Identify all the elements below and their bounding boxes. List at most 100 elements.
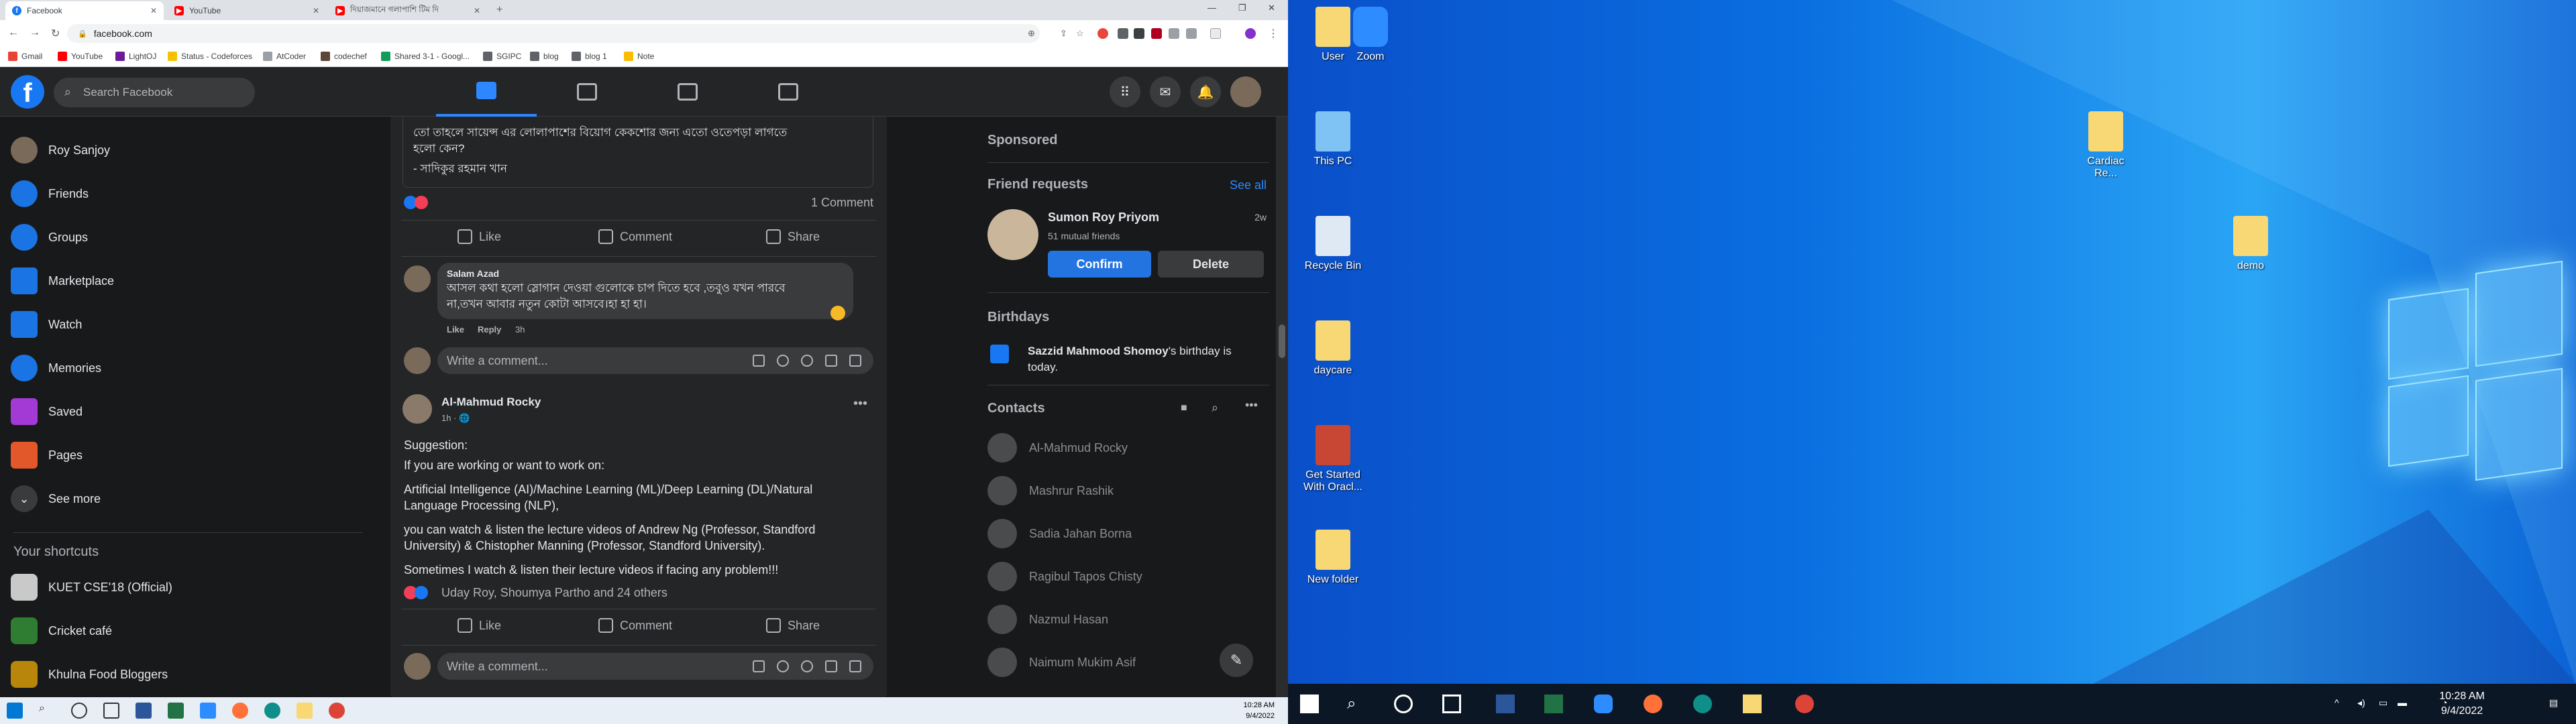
avatar-sticker-icon[interactable]: [753, 660, 765, 672]
file-explorer-icon[interactable]: [1743, 695, 1762, 713]
new-tab-icon[interactable]: +: [496, 4, 502, 16]
puzzle-icon[interactable]: [1134, 28, 1144, 39]
comment-count[interactable]: 1 Comment: [811, 194, 873, 210]
sidebar-item-watch[interactable]: Watch: [11, 306, 82, 343]
share-icon[interactable]: ⇪: [1060, 28, 1071, 39]
new-message-icon[interactable]: ✎: [1220, 644, 1253, 677]
excel-icon[interactable]: [168, 703, 184, 719]
edge-icon[interactable]: [264, 703, 280, 719]
firefox-icon[interactable]: [1644, 695, 1662, 713]
sidebar-item-groups[interactable]: Groups: [11, 219, 88, 256]
star-icon[interactable]: ☆: [1076, 28, 1087, 39]
delete-button[interactable]: Delete: [1158, 251, 1264, 278]
windows-start-icon[interactable]: [7, 703, 23, 719]
bookmark-sgipc[interactable]: SGIPC: [483, 52, 521, 61]
comment-button[interactable]: Comment: [598, 618, 672, 633]
avatar-sticker-icon[interactable]: [753, 355, 765, 367]
close-icon[interactable]: ✕: [150, 6, 157, 15]
share-button[interactable]: Share: [766, 618, 820, 633]
taskbar-clock[interactable]: 10:28 AM 9/4/2022: [2422, 689, 2502, 719]
nav-home[interactable]: [436, 67, 537, 117]
desktop-icon-this-pc[interactable]: This PC: [1303, 111, 1363, 168]
search-icon[interactable]: ⌕: [39, 703, 55, 719]
extension-gray-icon[interactable]: [1186, 28, 1197, 39]
share-button[interactable]: Share: [766, 229, 820, 244]
extension-gray-icon[interactable]: [1169, 28, 1179, 39]
close-icon[interactable]: ✕: [313, 6, 319, 15]
address-bar[interactable]: 🔒 facebook.com: [67, 24, 1040, 43]
reaction-icons[interactable]: [404, 586, 428, 603]
firefox-icon[interactable]: [232, 703, 248, 719]
reactors-text[interactable]: Uday Roy, Shoumya Partho and 24 others: [441, 585, 667, 601]
windows-start-icon[interactable]: [1300, 695, 1319, 713]
sidebar-item-friends[interactable]: Friends: [11, 175, 89, 213]
back-icon[interactable]: ←: [8, 27, 19, 39]
comment-reply-link[interactable]: Reply: [478, 322, 501, 338]
bookmark-codeforces[interactable]: Status - Codeforces: [168, 52, 252, 61]
tab-facebook[interactable]: f Facebook ✕: [5, 1, 164, 20]
tab-youtube[interactable]: ▶ YouTube ✕: [168, 1, 326, 20]
notification-center-icon[interactable]: ▤: [2549, 697, 2558, 709]
scrollbar-thumb[interactable]: [1279, 324, 1285, 358]
desktop-icon-zoom[interactable]: Zoom: [1340, 7, 1401, 63]
extension-red-icon[interactable]: [1151, 28, 1162, 39]
notifications-icon[interactable]: 🔔: [1190, 76, 1221, 107]
sidebar-icon[interactable]: [1210, 28, 1221, 39]
close-icon[interactable]: ✕: [474, 6, 480, 15]
minimize-icon[interactable]: —: [1208, 3, 1216, 13]
like-button[interactable]: Like: [458, 229, 501, 244]
nav-gaming[interactable]: [738, 67, 839, 117]
desktop-icon-recycle-bin[interactable]: Recycle Bin: [1303, 216, 1363, 272]
edge-icon[interactable]: [1693, 695, 1712, 713]
shortcut-item[interactable]: Khulna Food Bloggers: [11, 656, 168, 693]
see-all-link[interactable]: See all: [1230, 178, 1267, 192]
sidebar-item-pages[interactable]: Pages: [11, 436, 83, 474]
bookmark-note[interactable]: Note: [624, 52, 654, 61]
author-avatar[interactable]: [402, 394, 432, 424]
requester-avatar[interactable]: [987, 209, 1038, 260]
desktop-icon-oracle[interactable]: Get Started With Oracl...: [1303, 425, 1363, 493]
contact-item[interactable]: Naimum Mukim Asif: [987, 645, 1136, 680]
zoom-icon[interactable]: ⊕: [1028, 28, 1038, 39]
page-scrollbar[interactable]: [1276, 117, 1288, 700]
post-time[interactable]: 1h · 🌐: [441, 410, 470, 426]
contact-item[interactable]: Nazmul Hasan: [987, 602, 1108, 637]
post-author[interactable]: Al-Mahmud Rocky: [441, 394, 541, 410]
excel-icon[interactable]: [1544, 695, 1563, 713]
sticker-icon[interactable]: [849, 355, 861, 367]
desktop-icon-daycare[interactable]: daycare: [1303, 320, 1363, 377]
haha-reaction-icon[interactable]: [830, 306, 845, 320]
shortcut-item[interactable]: KUET CSE'18 (Official): [11, 568, 172, 606]
shortcut-item[interactable]: Cricket café: [11, 612, 112, 650]
bookmark-gmail[interactable]: Gmail: [8, 52, 42, 61]
contact-item[interactable]: Mashrur Rashik: [987, 473, 1114, 508]
task-view-icon[interactable]: [1442, 695, 1461, 713]
opera-extension-icon[interactable]: [1097, 28, 1108, 39]
bookmark-lightoj[interactable]: LightOJ: [115, 52, 156, 61]
more-options-icon[interactable]: •••: [1245, 398, 1258, 412]
nav-watch[interactable]: [537, 67, 637, 117]
comment-author[interactable]: Salam Azad: [447, 265, 499, 282]
contact-item[interactable]: Sadia Jahan Borna: [987, 516, 1132, 551]
birthday-text[interactable]: Sazzid Mahmood Shomoy's birthday is today…: [1028, 343, 1232, 375]
cortana-icon[interactable]: [1394, 695, 1413, 713]
search-icon[interactable]: ⌕: [1212, 401, 1218, 415]
video-call-icon[interactable]: ■: [1181, 402, 1187, 414]
battery-icon[interactable]: ▬: [2398, 697, 2407, 708]
close-window-icon[interactable]: ✕: [1268, 3, 1275, 13]
camera-icon[interactable]: [801, 355, 813, 367]
chevron-up-icon[interactable]: ^: [2334, 697, 2339, 708]
sticker-icon[interactable]: [849, 660, 861, 672]
speaker-icon[interactable]: ◂): [2357, 697, 2365, 709]
desktop-icon-new-folder[interactable]: New folder: [1303, 530, 1363, 586]
bookmark-youtube[interactable]: YouTube: [58, 52, 103, 61]
sidebar-item-profile[interactable]: Roy Sanjoy: [11, 131, 110, 169]
extension-icon[interactable]: [1118, 28, 1128, 39]
tab-youtube-video[interactable]: ▶ দিয়াজমানে গলাপাশি টিম দি ✕: [329, 1, 487, 20]
zoom-icon[interactable]: [1594, 695, 1613, 713]
task-view-icon[interactable]: [103, 703, 119, 719]
bookmark-shared[interactable]: Shared 3-1 - Googl...: [381, 52, 470, 61]
word-icon[interactable]: [136, 703, 152, 719]
emoji-icon[interactable]: [777, 355, 789, 367]
reaction-icons[interactable]: [404, 196, 428, 213]
